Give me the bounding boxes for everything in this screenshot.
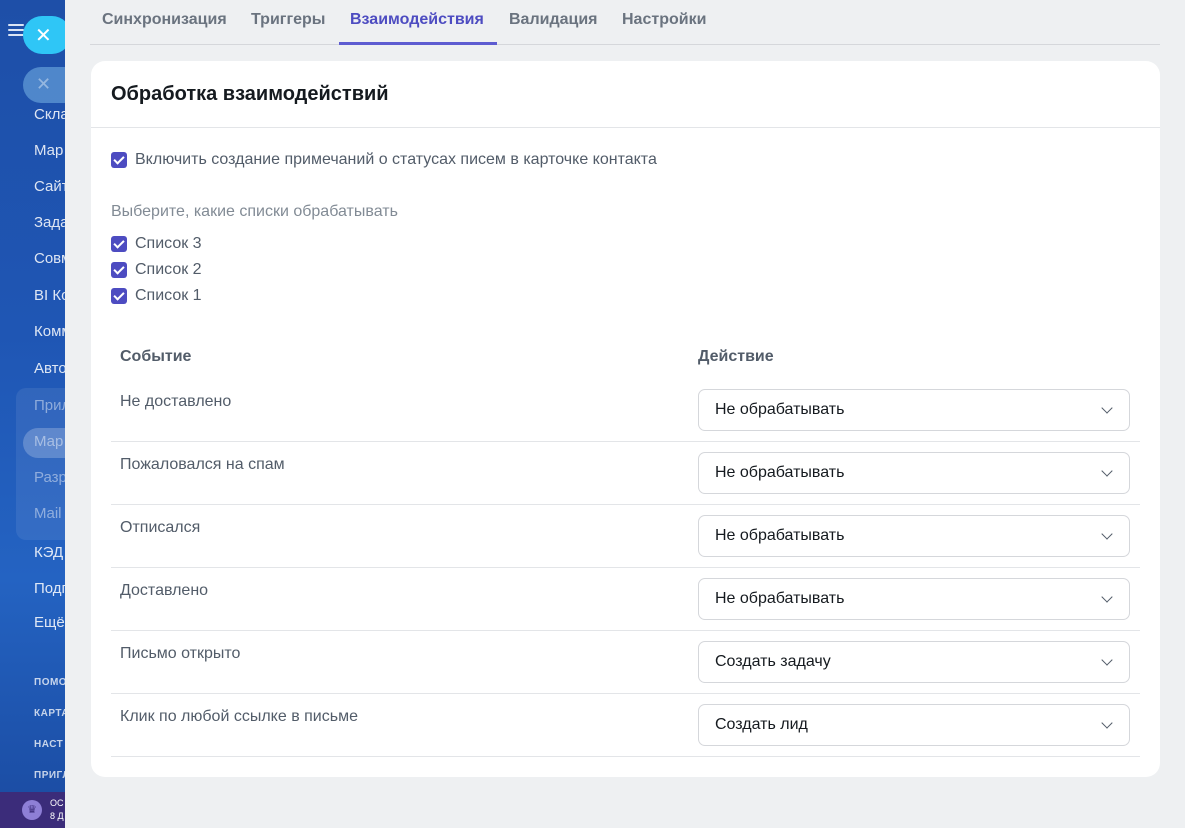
action-select-value: Создать задачу [715,653,831,670]
tab-interactions[interactable]: Взаимодействия [350,11,484,29]
table-row: Доставлено Не обрабатывать [111,568,1140,631]
action-select-value: Не обрабатывать [715,401,845,418]
table-row: Письмо открыто Создать задачу [111,631,1140,694]
sidebar-item[interactable]: КЭД [34,544,63,561]
close-slider-button[interactable]: ✕ [23,16,71,54]
tab-triggers[interactable]: Триггеры [251,11,325,29]
close-icon: ✕ [35,24,52,47]
action-select[interactable]: Не обрабатывать [698,452,1130,494]
license-text-line1: ОС [50,798,64,808]
event-label: Отписался [120,519,201,536]
enable-notes-option[interactable]: Включить создание примечаний о статусах … [111,151,657,169]
active-tab-indicator [339,42,497,45]
list-label: Список 2 [135,261,202,278]
tabs-bar: Синхронизация Триггеры Взаимодействия Ва… [90,0,1160,45]
tab-settings[interactable]: Настройки [622,11,706,29]
action-select[interactable]: Не обрабатывать [698,578,1130,620]
action-select[interactable]: Не обрабатывать [698,515,1130,557]
close-icon-faded: ✕ [36,74,52,94]
license-text: ОС 8 Д [50,797,64,823]
sidebar-item[interactable]: Сайт [34,178,69,195]
lists-label: Выберите, какие списки обрабатывать [111,203,398,220]
sidebar-small-item[interactable]: КАРТА [34,708,69,719]
event-label: Клик по любой ссылке в письме [120,708,358,725]
sidebar-item[interactable]: Мар [34,433,63,450]
sidebar-small-item[interactable]: ПОМО [34,677,67,688]
sidebar-item[interactable]: Ещё [34,614,65,631]
card-title: Обработка взаимодействий [111,83,389,105]
crown-icon: ♛ [22,800,42,820]
list-label: Список 1 [135,287,202,304]
action-select-value: Не обрабатывать [715,464,845,481]
chevron-down-icon [1101,465,1113,477]
tab-sync[interactable]: Синхронизация [102,11,227,29]
action-select-value: Не обрабатывать [715,590,845,607]
sidebar-small-item[interactable]: НАСТ [34,739,63,750]
sidebar-item[interactable]: Разр [34,469,67,486]
tab-validation[interactable]: Валидация [509,11,598,29]
table-row: Клик по любой ссылке в письме Создать ли… [111,694,1140,757]
sidebar-item[interactable]: Авто [34,360,67,377]
action-select-value: Создать лид [715,716,808,733]
action-select[interactable]: Создать лид [698,704,1130,746]
enable-notes-checkbox[interactable] [111,152,127,168]
list-option[interactable]: Список 1 [111,287,202,305]
license-text-line2: 8 Д [50,811,64,821]
action-select[interactable]: Не обрабатывать [698,389,1130,431]
divider [91,127,1160,128]
sidebar-item[interactable]: Мар [34,142,63,159]
list-checkbox[interactable] [111,288,127,304]
list-option[interactable]: Список 3 [111,235,202,253]
interactions-card: Обработка взаимодействий Включить создан… [91,61,1160,777]
list-checkbox[interactable] [111,236,127,252]
list-option[interactable]: Список 2 [111,261,202,279]
event-label: Не доставлено [120,393,232,410]
chevron-down-icon [1101,591,1113,603]
event-label: Письмо открыто [120,645,241,662]
sidebar-item[interactable]: Скла [34,106,69,123]
list-checkbox[interactable] [111,262,127,278]
chevron-down-icon [1101,528,1113,540]
settings-slider: Синхронизация Триггеры Взаимодействия Ва… [65,0,1185,828]
event-label: Пожаловался на спам [120,456,285,473]
column-header-event: Событие [120,348,192,365]
event-label: Доставлено [120,582,209,599]
enable-notes-label: Включить создание примечаний о статусах … [135,151,657,168]
chevron-down-icon [1101,717,1113,729]
table-row: Пожаловался на спам Не обрабатывать [111,442,1140,505]
column-header-action: Действие [698,348,774,365]
table-row: Отписался Не обрабатывать [111,505,1140,568]
chevron-down-icon [1101,654,1113,666]
table-row: Не доставлено Не обрабатывать [111,379,1140,442]
chevron-down-icon [1101,402,1113,414]
hamburger-menu-icon[interactable] [8,24,24,36]
list-label: Список 3 [135,235,202,252]
action-select[interactable]: Создать задачу [698,641,1130,683]
sidebar-item[interactable]: Зада [34,214,69,231]
sidebar-item[interactable]: Mail [34,505,62,522]
action-select-value: Не обрабатывать [715,527,845,544]
